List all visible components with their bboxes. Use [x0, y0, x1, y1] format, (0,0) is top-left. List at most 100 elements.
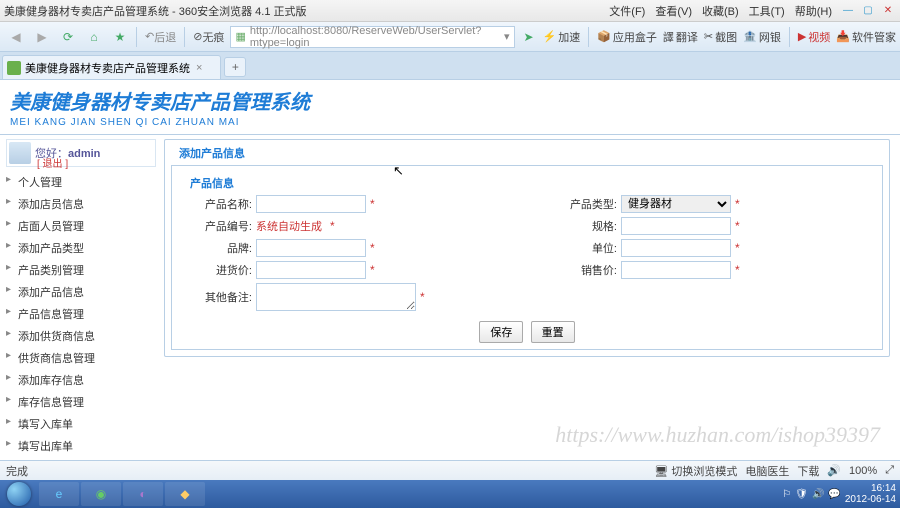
nav-item-4[interactable]: 产品类别管理: [6, 259, 156, 281]
close-button[interactable]: ✕: [880, 4, 896, 18]
status-doctor[interactable]: 电脑医生: [745, 463, 789, 479]
user-panel: 您好：admin [ 退出 ]: [6, 139, 156, 167]
label-remark: 其他备注:: [182, 289, 252, 305]
nav-item-9[interactable]: 添加库存信息: [6, 369, 156, 391]
tray-flag-icon[interactable]: ⚐: [782, 489, 791, 500]
nav-item-0[interactable]: 个人管理: [6, 171, 156, 193]
home-icon[interactable]: ⌂: [82, 25, 106, 49]
system-tray: ⚐ 🛡 🔊 💬 16:142012-06-14: [782, 483, 900, 505]
nav-menu: 个人管理添加店员信息店面人员管理添加产品类型产品类别管理添加产品信息产品信息管理…: [6, 171, 156, 501]
watermark: https://www.huzhan.com/ishop39397: [555, 422, 880, 448]
nav-item-2[interactable]: 店面人员管理: [6, 215, 156, 237]
nav-item-5[interactable]: 添加产品信息: [6, 281, 156, 303]
minimize-button[interactable]: —: [840, 4, 856, 18]
nav-item-6[interactable]: 产品信息管理: [6, 303, 156, 325]
tray-chat-icon[interactable]: 💬: [828, 489, 840, 500]
taskbar: e ◉ ◐ ◆ ⚐ 🛡 🔊 💬 16:142012-06-14: [0, 480, 900, 508]
status-download[interactable]: 下载: [797, 463, 819, 479]
label-type: 产品类型:: [547, 196, 617, 212]
textarea-remark[interactable]: [256, 283, 416, 311]
task-browser[interactable]: ◉: [81, 482, 121, 506]
tray-clock[interactable]: 16:142012-06-14: [845, 483, 896, 505]
browser-toolbar: ◀ ▶ ⟳ ⌂ ★ ↶ 后退 ⊘ 无痕 ▦ http://localhost:8…: [0, 22, 900, 52]
back-icon[interactable]: ◀: [4, 25, 28, 49]
task-app[interactable]: ◆: [165, 482, 205, 506]
window-title: 美康健身器材专卖店产品管理系统 - 360安全浏览器 4.1 正式版: [4, 3, 609, 19]
tray-net-icon[interactable]: 🔊: [812, 489, 824, 500]
legend-add-product: 添加产品信息: [175, 145, 249, 161]
tool-bank[interactable]: 🏦网银: [743, 29, 781, 45]
input-spec[interactable]: [621, 217, 731, 235]
inner-fieldset: 产品信息 产品名称:* 产品类型:健身器材* 产品编号:系统自动生成* 规格:*…: [171, 165, 883, 350]
incognito-button[interactable]: ⊘ 无痕: [189, 25, 228, 49]
input-unit[interactable]: [621, 239, 731, 257]
tray-shield-icon[interactable]: 🛡: [795, 489, 808, 500]
status-sound-icon[interactable]: 🔊: [827, 464, 841, 477]
dropdown-icon[interactable]: ▾: [504, 30, 510, 43]
menu-view[interactable]: 查看(V): [655, 3, 692, 19]
save-button[interactable]: 保存: [479, 321, 523, 343]
status-bar: 完成 🖥 切换浏览模式 电脑医生 下载 🔊 100% ⤢: [0, 460, 900, 480]
tab-close-icon[interactable]: ×: [196, 62, 202, 74]
reset-button[interactable]: 重置: [531, 321, 575, 343]
maximize-button[interactable]: ▢: [860, 4, 876, 18]
nav-item-3[interactable]: 添加产品类型: [6, 237, 156, 259]
select-type[interactable]: 健身器材: [621, 195, 731, 213]
new-tab-button[interactable]: +: [224, 57, 246, 77]
sidebar: 您好：admin [ 退出 ] 个人管理添加店员信息店面人员管理添加产品类型产品…: [0, 135, 160, 495]
nav-item-7[interactable]: 添加供货商信息: [6, 325, 156, 347]
tool-soft[interactable]: 📥软件管家: [836, 29, 896, 45]
legend-product-info: 产品信息: [186, 175, 238, 191]
input-brand[interactable]: [256, 239, 366, 257]
page-header: 美康健身器材专卖店产品管理系统 MEI KANG JIAN SHEN QI CA…: [0, 80, 900, 132]
go-button[interactable]: ➤: [517, 25, 541, 49]
start-button[interactable]: [0, 480, 38, 508]
task-ie[interactable]: e: [39, 482, 79, 506]
status-zoom[interactable]: 100%: [849, 465, 877, 477]
window-titlebar: 美康健身器材专卖店产品管理系统 - 360安全浏览器 4.1 正式版 文件(F)…: [0, 0, 900, 22]
task-eclipse[interactable]: ◐: [123, 482, 163, 506]
tool-translate[interactable]: 譯翻译: [663, 29, 698, 45]
browser-tab[interactable]: 美康健身器材专卖店产品管理系统 ×: [2, 55, 221, 79]
input-name[interactable]: [256, 195, 366, 213]
status-expand-icon[interactable]: ⤢: [885, 464, 894, 477]
input-outprice[interactable]: [621, 261, 731, 279]
nav-item-8[interactable]: 供货商信息管理: [6, 347, 156, 369]
app-title-cn: 美康健身器材专卖店产品管理系统: [10, 86, 890, 115]
label-name: 产品名称:: [182, 196, 252, 212]
tab-favicon: [7, 61, 21, 75]
menu-tools[interactable]: 工具(T): [749, 3, 785, 19]
outer-fieldset: 添加产品信息 产品信息 产品名称:* 产品类型:健身器材* 产品编号:系统自动生…: [164, 139, 890, 357]
nav-item-10[interactable]: 库存信息管理: [6, 391, 156, 413]
logout-link[interactable]: [ 退出 ]: [37, 155, 68, 170]
label-unit: 单位:: [547, 240, 617, 256]
status-mode[interactable]: 🖥 切换浏览模式: [654, 463, 737, 479]
tool-screenshot[interactable]: ✂截图: [704, 29, 737, 45]
menu-file[interactable]: 文件(F): [609, 3, 645, 19]
reload-icon[interactable]: ⟳: [56, 25, 80, 49]
nav-item-11[interactable]: 填写入库单: [6, 413, 156, 435]
app-title-en: MEI KANG JIAN SHEN QI CAI ZHUAN MAI: [10, 117, 890, 128]
forward-icon[interactable]: ▶: [30, 25, 54, 49]
tool-video[interactable]: ▶视频: [798, 29, 830, 45]
label-outprice: 销售价:: [547, 262, 617, 278]
page-icon: ▦: [235, 30, 245, 43]
address-bar[interactable]: ▦ http://localhost:8080/ReserveWeb/UserS…: [230, 26, 514, 48]
label-brand: 品牌:: [182, 240, 252, 256]
tool-appbox[interactable]: 📦应用盒子: [597, 29, 657, 45]
menu-fav[interactable]: 收藏(B): [702, 3, 739, 19]
input-inprice[interactable]: [256, 261, 366, 279]
menu-bar: 文件(F) 查看(V) 收藏(B) 工具(T) 帮助(H): [609, 3, 832, 19]
tool-accel[interactable]: ⚡加速: [543, 29, 581, 45]
star-icon[interactable]: ★: [108, 25, 132, 49]
status-text: 完成: [6, 463, 654, 479]
label-spec: 规格:: [547, 218, 617, 234]
nav-item-12[interactable]: 填写出库单: [6, 435, 156, 457]
label-code: 产品编号:: [182, 218, 252, 234]
menu-help[interactable]: 帮助(H): [795, 3, 832, 19]
label-inprice: 进货价:: [182, 262, 252, 278]
tab-title: 美康健身器材专卖店产品管理系统: [25, 60, 190, 76]
back-text-button[interactable]: ↶ 后退: [141, 25, 180, 49]
nav-item-1[interactable]: 添加店员信息: [6, 193, 156, 215]
windows-orb-icon: [7, 482, 31, 506]
